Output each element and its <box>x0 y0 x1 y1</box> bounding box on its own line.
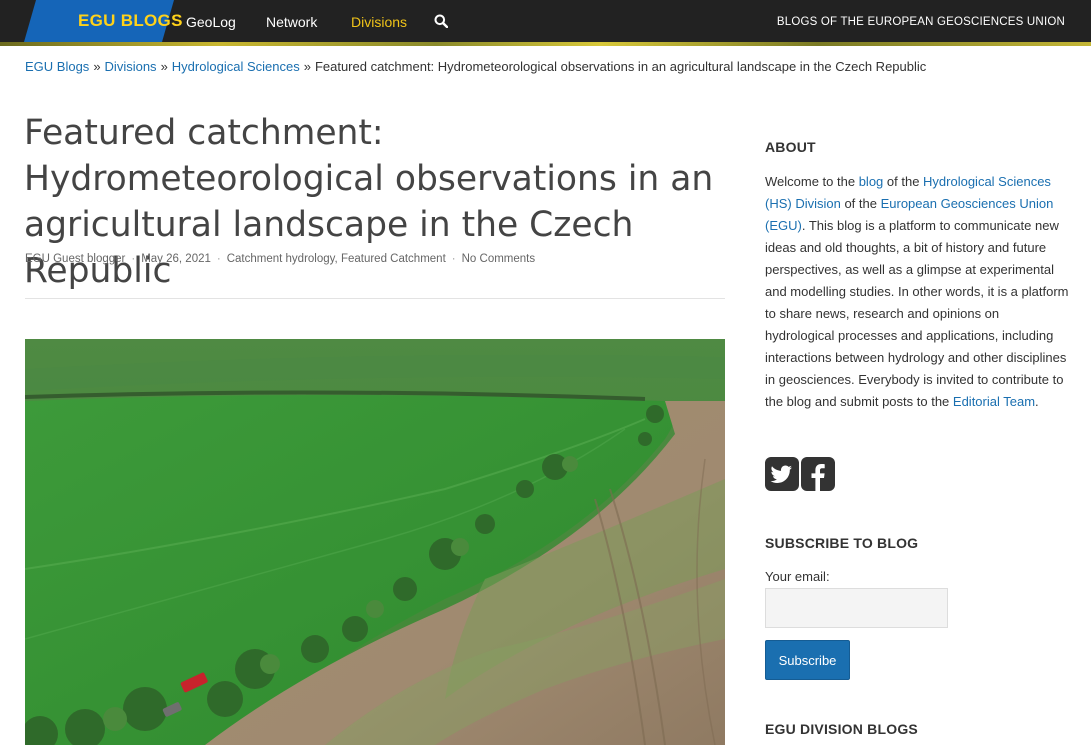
about-link-editorial-team[interactable]: Editorial Team <box>953 394 1035 409</box>
top-navigation-bar: EGU BLOGS GeoLog Network Divisions BLOGS… <box>0 0 1091 42</box>
about-text: Welcome to the blog of the Hydrological … <box>765 171 1070 413</box>
meta-dot: · <box>451 253 456 265</box>
aerial-photo-illustration <box>25 339 725 745</box>
breadcrumb-current: Featured catchment: Hydrometeorological … <box>314 59 927 74</box>
email-label: Your email: <box>765 569 830 584</box>
breadcrumb-egu-blogs[interactable]: EGU Blogs <box>25 59 89 74</box>
meta-dot: · <box>216 253 221 265</box>
about-text-1: Welcome to the <box>765 174 859 189</box>
nav-item-divisions[interactable]: Divisions <box>351 0 407 42</box>
about-text-3: of the <box>840 196 881 211</box>
about-text-4: . This blog is a platform to communicate… <box>765 218 1069 409</box>
breadcrumb-separator: » <box>303 59 311 74</box>
meta-divider <box>25 298 725 299</box>
post-author[interactable]: EGU Guest blogger <box>25 253 125 265</box>
subscribe-heading: SUBSCRIBE TO BLOG <box>765 535 919 551</box>
breadcrumb-hydrological-sciences[interactable]: Hydrological Sciences <box>172 59 300 74</box>
logo-text: EGU BLOGS <box>78 11 183 30</box>
header-stripe <box>0 42 1091 46</box>
email-field[interactable] <box>765 588 948 628</box>
nav-item-geolog[interactable]: GeoLog <box>186 0 236 42</box>
post-comments-link[interactable]: No Comments <box>462 253 536 265</box>
breadcrumb: EGU Blogs» Divisions» Hydrological Science… <box>25 59 926 74</box>
breadcrumb-separator: » <box>93 59 101 74</box>
twitter-icon[interactable] <box>765 457 799 491</box>
post-category-catchment-hydrology[interactable]: Catchment hydrology <box>227 253 335 265</box>
post-date: May 26, 2021 <box>141 253 211 265</box>
post-meta: EGU Guest blogger · May 26, 2021 · Catchment… <box>25 253 535 265</box>
site-tagline[interactable]: BLOGS OF THE EUROPEAN GEOSCIENCES UNION <box>777 0 1065 42</box>
nav-item-network[interactable]: Network <box>266 0 317 42</box>
division-blogs-heading: EGU DIVISION BLOGS <box>765 721 918 737</box>
featured-image-aerial-fields <box>25 339 725 745</box>
post-title: Featured catchment: Hydrometeorological … <box>24 113 714 291</box>
facebook-icon[interactable] <box>801 457 835 491</box>
search-icon[interactable] <box>434 14 448 28</box>
breadcrumb-divisions[interactable]: Divisions <box>105 59 157 74</box>
about-text-5: . <box>1035 394 1039 409</box>
egu-blogs-logo[interactable]: EGU BLOGS <box>24 0 182 42</box>
about-text-2: of the <box>883 174 924 189</box>
about-link-blog[interactable]: blog <box>859 174 884 189</box>
post-category-featured-catchment[interactable]: Featured Catchment <box>341 253 446 265</box>
meta-dot: · <box>131 253 136 265</box>
subscribe-button[interactable]: Subscribe <box>765 640 850 680</box>
breadcrumb-separator: » <box>160 59 168 74</box>
about-heading: ABOUT <box>765 139 816 155</box>
